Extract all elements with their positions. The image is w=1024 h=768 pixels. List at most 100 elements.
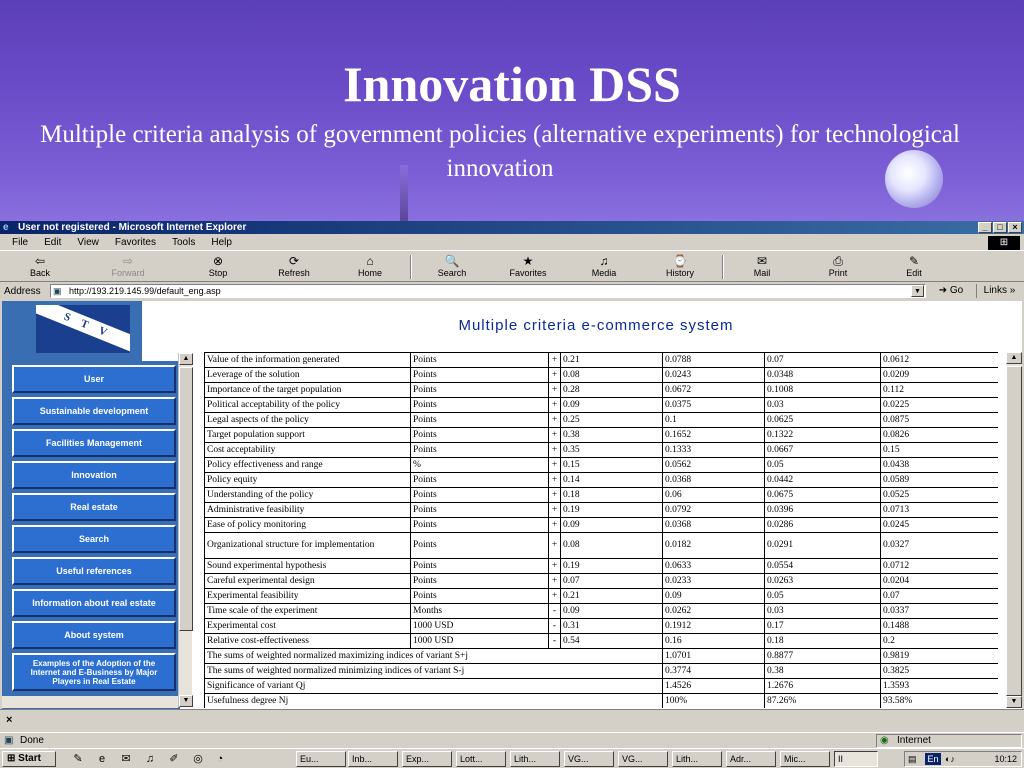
menu-tools[interactable]: Tools [164, 237, 203, 248]
unit-cell: Points [410, 588, 549, 604]
media-button[interactable]: ♫ Media [576, 254, 632, 280]
menu-favorites[interactable]: Favorites [107, 237, 164, 248]
table-row: Understanding of the policy Points +0.18 0.… [204, 487, 998, 503]
chevron-down-icon[interactable]: ▼ [911, 285, 924, 297]
nav-about-system[interactable]: About system [12, 621, 176, 649]
unit-cell: Points [410, 487, 549, 503]
nav-facilities-management[interactable]: Facilities Management [12, 429, 176, 457]
menu-view[interactable]: View [69, 237, 107, 248]
main-scrollbar[interactable]: ▲ ▼ [1006, 352, 1022, 708]
language-indicator[interactable]: En [925, 753, 941, 765]
quick-launch-icon[interactable]: ♫ [142, 752, 158, 766]
value-cell: 0.1333 [662, 442, 765, 458]
nav-user[interactable]: User [12, 365, 176, 393]
outlook-quick-launch-icon[interactable]: ✉ [118, 752, 134, 766]
value-cell: 0.0554 [764, 558, 881, 574]
menu-file[interactable]: File [4, 237, 36, 248]
home-icon: ⌂ [366, 254, 374, 268]
nav-examples[interactable]: Examples of the Adoption of the Internet… [12, 653, 176, 691]
table-row: Ease of policy monitoring Points +0.09 0.03… [204, 517, 998, 533]
mail-button[interactable]: ✉ Mail [734, 254, 790, 280]
table-row: Experimental feasibility Points +0.21 0.09 0… [204, 588, 998, 604]
quick-launch-icon[interactable]: ✎ [70, 752, 86, 766]
refresh-button[interactable]: ⟳ Refresh [266, 254, 322, 280]
go-button[interactable]: ➜ Go [930, 284, 972, 298]
value-cell: 0.0291 [764, 532, 881, 559]
taskbar-button[interactable]: Adr... [726, 751, 776, 767]
value-cell: 0.0612 [880, 352, 998, 368]
links-button[interactable]: Links » [976, 284, 1022, 298]
close-button[interactable]: × [1008, 222, 1022, 233]
edit-button[interactable]: ✎ Edit [886, 254, 942, 280]
taskbar-button[interactable]: Lith... [510, 751, 560, 767]
refresh-icon: ⟳ [288, 254, 300, 268]
tray-icon[interactable]: ◐♪ [945, 752, 955, 766]
taskbar-button[interactable]: II [834, 751, 878, 767]
taskbar-button[interactable]: Inb... [348, 751, 398, 767]
direction-cell: + [548, 588, 561, 604]
home-button[interactable]: ⌂ Home [342, 254, 398, 280]
quick-launch-icon[interactable]: ✐ [166, 752, 182, 766]
print-button[interactable]: ⎙ Print [810, 254, 866, 280]
summary-value-cell: 1.4526 [662, 678, 765, 694]
taskbar-button[interactable]: Eu... [296, 751, 346, 767]
globe-icon: ◉ [880, 735, 889, 746]
value-cell: 0.21 [560, 352, 663, 368]
tray-icon[interactable]: ▤ [908, 752, 917, 766]
table-row: Target population support Points +0.38 0.16… [204, 427, 998, 443]
value-cell: 0.0589 [880, 472, 998, 488]
favorites-button[interactable]: ★ Favorites [500, 254, 556, 280]
taskbar-button[interactable]: Mic... [780, 751, 830, 767]
address-input[interactable]: ▣ http://193.219.145.99/default_eng.asp … [50, 284, 926, 298]
history-button[interactable]: ⌚ History [652, 254, 708, 280]
results-table: Value of the information generated Points… [204, 352, 998, 708]
start-button[interactable]: ⊞ Start [2, 751, 56, 767]
taskbar-button[interactable]: VG... [618, 751, 668, 767]
value-cell: 0.16 [662, 633, 765, 649]
scroll-up-icon[interactable]: ▲ [179, 353, 193, 365]
nav-useful-references[interactable]: Useful references [12, 557, 176, 585]
value-cell: 0.0713 [880, 502, 998, 518]
quick-launch-icon[interactable]: ◔ [212, 752, 228, 766]
taskbar-button[interactable]: Lott... [456, 751, 506, 767]
summary-row: Significance of variant Qj 1.4526 1.2676 1.… [204, 678, 998, 694]
side-scrollbar[interactable]: ▲ ▼ [178, 353, 193, 707]
side-horizontal-scrollbar[interactable] [2, 696, 178, 708]
minimize-button[interactable]: _ [978, 222, 992, 233]
taskbar-button[interactable]: Exp... [402, 751, 452, 767]
nav-sustainable-development[interactable]: Sustainable development [12, 397, 176, 425]
direction-cell: - [548, 633, 561, 649]
summary-value-cell: 0.8877 [764, 648, 881, 664]
quick-launch-icon[interactable]: ◎ [190, 752, 206, 766]
slide-header: Innovation DSS Multiple criteria analysi… [0, 0, 1024, 221]
table-row: Importance of the target population Point… [204, 382, 998, 398]
nav-search[interactable]: Search [12, 525, 176, 553]
summary-value-cell: 0.9819 [880, 648, 998, 664]
nav-innovation[interactable]: Innovation [12, 461, 176, 489]
forward-button[interactable]: ⇨ Forward [100, 254, 156, 280]
direction-cell: + [548, 517, 561, 533]
scroll-down-icon[interactable]: ▼ [1006, 696, 1022, 708]
search-button[interactable]: 🔍 Search [424, 254, 480, 280]
scroll-thumb[interactable] [179, 367, 193, 631]
value-cell: 0.0327 [880, 532, 998, 559]
close-icon[interactable]: × [6, 714, 12, 726]
ie-quick-launch-icon[interactable]: e [94, 752, 110, 766]
value-cell: 0.0286 [764, 517, 881, 533]
taskbar-button[interactable]: Lith... [672, 751, 722, 767]
menu-edit[interactable]: Edit [36, 237, 69, 248]
scroll-thumb[interactable] [1006, 366, 1022, 696]
maximize-button[interactable]: □ [993, 222, 1007, 233]
menu-help[interactable]: Help [203, 237, 240, 248]
nav-real-estate[interactable]: Real estate [12, 493, 176, 521]
stop-button[interactable]: ⊗ Stop [190, 254, 246, 280]
nav-information-about-real-estate[interactable]: Information about real estate [12, 589, 176, 617]
value-cell: 0.14 [560, 472, 663, 488]
window-title-bar[interactable]: e User not registered - Microsoft Intern… [0, 221, 1024, 234]
scroll-up-icon[interactable]: ▲ [1006, 352, 1022, 364]
value-cell: 0.08 [560, 532, 663, 559]
taskbar-button[interactable]: VG... [564, 751, 614, 767]
back-button[interactable]: ⇦ Back [12, 254, 68, 280]
scroll-down-icon[interactable]: ▼ [179, 695, 193, 707]
table-row: Policy effectiveness and range% +0.15 0.05… [204, 457, 998, 473]
